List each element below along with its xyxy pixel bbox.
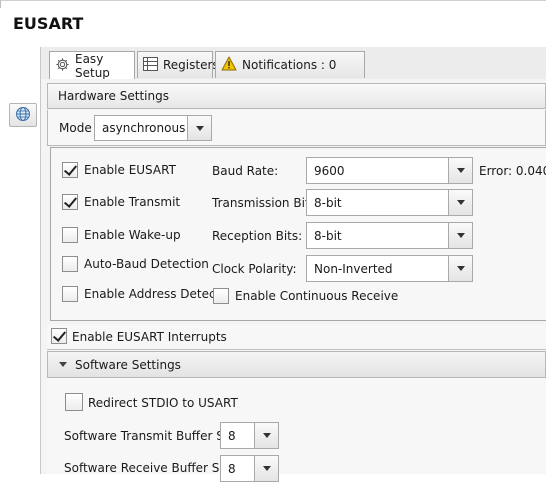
reception-bits-value: 8-bit — [314, 228, 342, 243]
clock-polarity-select[interactable]: Non-Inverted — [306, 255, 473, 282]
dropdown-arrow-icon — [456, 168, 465, 173]
globe-button[interactable] — [9, 103, 37, 127]
tab-notifications[interactable]: Notifications : 0 — [215, 51, 365, 78]
tx-buffer-value: 8 — [228, 428, 236, 443]
enable-eusart-interrupts-label: Enable EUSART Interrupts — [72, 330, 227, 344]
clock-polarity-label: Clock Polarity: — [212, 262, 297, 276]
rx-buffer-select[interactable]: 8 — [220, 455, 279, 482]
globe-icon — [15, 106, 31, 125]
mode-select-value: asynchronous — [102, 121, 186, 135]
tx-buffer-dropdown-button[interactable] — [254, 423, 278, 448]
dropdown-arrow-icon — [456, 233, 465, 238]
dropdown-arrow-icon — [195, 125, 204, 131]
dropdown-arrow-icon — [456, 200, 465, 205]
tab-easy-setup[interactable]: Easy Setup — [49, 51, 135, 80]
enable-transmit-checkbox[interactable] — [62, 194, 78, 210]
baud-rate-label: Baud Rate: — [212, 164, 279, 178]
transmission-bits-select[interactable]: 8-bit — [306, 189, 473, 216]
gear-icon — [55, 57, 70, 75]
tab-registers-label: Registers — [163, 58, 219, 72]
enable-address-detect-label: Enable Address Detect — [84, 287, 221, 301]
page-title: EUSART — [13, 14, 84, 33]
enable-transmit-label: Enable Transmit — [84, 195, 181, 209]
tx-buffer-label: Software Transmit Buffer Size — [64, 429, 241, 443]
mode-label: Mode — [59, 121, 92, 135]
hardware-settings-title: Hardware Settings — [58, 89, 169, 103]
tx-buffer-select[interactable]: 8 — [220, 422, 279, 449]
mode-dropdown-button[interactable] — [187, 116, 211, 140]
auto-baud-checkbox[interactable] — [62, 256, 78, 272]
baud-rate-select[interactable]: 9600 — [306, 157, 473, 184]
clock-polarity-dropdown-button[interactable] — [448, 256, 472, 281]
enable-wakeup-checkbox[interactable] — [62, 227, 78, 243]
redirect-stdio-checkbox[interactable] — [65, 393, 83, 411]
mode-select[interactable]: asynchronous — [94, 115, 212, 141]
enable-wakeup-label: Enable Wake-up — [84, 228, 181, 242]
enable-continuous-receive-label: Enable Continuous Receive — [235, 289, 399, 303]
enable-continuous-receive-checkbox[interactable] — [213, 288, 229, 304]
dropdown-arrow-icon — [262, 466, 271, 471]
baud-rate-dropdown-button[interactable] — [448, 158, 472, 183]
transmission-bits-value: 8-bit — [314, 195, 342, 210]
tab-easy-setup-label: Easy Setup — [75, 51, 110, 80]
rx-buffer-label: Software Receive Buffer Size — [64, 461, 237, 475]
reception-bits-dropdown-button[interactable] — [448, 223, 472, 248]
top-left-divider — [0, 0, 1, 8]
baud-error-text: Error: 0.040 % — [479, 164, 546, 178]
enable-eusart-label: Enable EUSART — [84, 163, 176, 177]
reception-bits-label: Reception Bits: — [212, 229, 303, 243]
dropdown-arrow-icon — [262, 433, 271, 438]
redirect-stdio-label: Redirect STDIO to USART — [88, 396, 238, 410]
warning-icon — [221, 56, 237, 74]
collapse-arrow-icon — [59, 362, 67, 367]
rx-buffer-dropdown-button[interactable] — [254, 456, 278, 481]
transmission-bits-dropdown-button[interactable] — [448, 190, 472, 215]
clock-polarity-value: Non-Inverted — [314, 261, 393, 276]
software-settings-header[interactable]: Software Settings — [47, 351, 546, 378]
dropdown-arrow-icon — [456, 266, 465, 271]
tab-notifications-label: Notifications : 0 — [242, 58, 337, 72]
software-settings-title: Software Settings — [75, 357, 181, 372]
enable-eusart-checkbox[interactable] — [62, 162, 78, 178]
tab-strip: Easy Setup Registers Notifications : 0 — [41, 47, 546, 80]
enable-address-detect-checkbox[interactable] — [62, 286, 78, 302]
hardware-settings-header: Hardware Settings — [47, 83, 546, 109]
registers-icon — [143, 56, 158, 74]
top-separator — [0, 0, 546, 1]
enable-eusart-interrupts-checkbox[interactable] — [51, 328, 67, 344]
software-settings-body — [47, 378, 546, 474]
rx-buffer-value: 8 — [228, 461, 236, 476]
tab-registers[interactable]: Registers — [137, 51, 219, 78]
baud-rate-value: 9600 — [314, 163, 345, 178]
auto-baud-label: Auto-Baud Detection — [84, 257, 209, 271]
reception-bits-select[interactable]: 8-bit — [306, 222, 473, 249]
transmission-bits-label: Transmission Bits: — [212, 196, 320, 210]
